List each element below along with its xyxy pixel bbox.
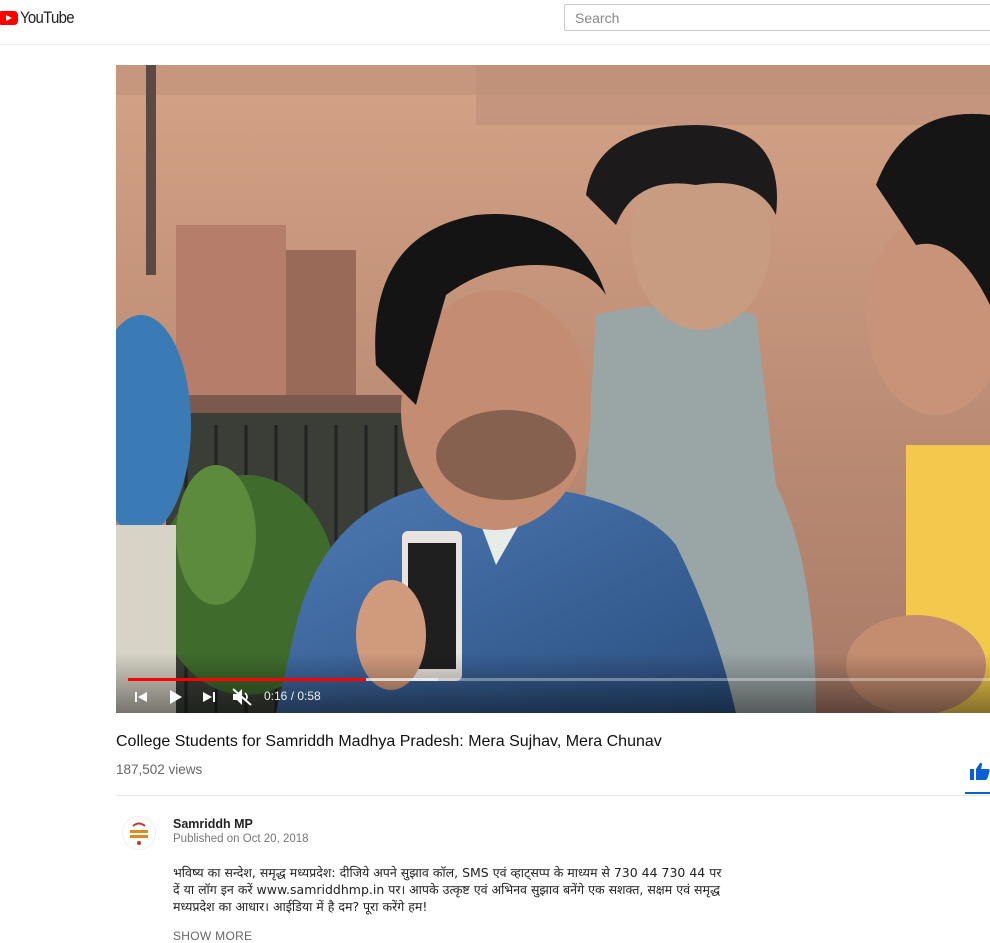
- duration: 0:58: [297, 689, 321, 703]
- played-bar: [128, 678, 366, 681]
- sentiment-bar: [965, 792, 990, 794]
- current-time: 0:16: [264, 689, 288, 703]
- publish-date: Published on Oct 20, 2018: [173, 833, 309, 845]
- video-title: College Students for Samriddh Madhya Pra…: [116, 733, 662, 750]
- description-line: मध्यप्रदेश का आधार। आईडिया में है दम? पू…: [173, 899, 428, 914]
- youtube-logo-icon: [0, 11, 18, 25]
- view-count: 187,502 views: [116, 762, 203, 777]
- like-button[interactable]: [970, 762, 990, 785]
- show-more-button[interactable]: SHOW MORE: [173, 929, 252, 943]
- play-button[interactable]: [167, 685, 183, 709]
- play-icon: [170, 690, 182, 704]
- previous-icon: [135, 692, 147, 702]
- channel-name[interactable]: Samriddh MP: [173, 817, 253, 831]
- video-frame: [116, 65, 990, 713]
- masthead-divider: [0, 44, 990, 45]
- info-divider: [116, 795, 990, 796]
- video-description: भविष्य का सन्देश, समृद्ध मध्यप्रदेश: दीज…: [173, 864, 733, 915]
- avatar[interactable]: [122, 816, 156, 850]
- next-icon: [203, 692, 215, 702]
- search-input[interactable]: [564, 4, 990, 31]
- masthead: YouTube: [0, 0, 990, 42]
- next-button[interactable]: [202, 685, 216, 709]
- logo-text: YouTube: [20, 8, 75, 27]
- previous-button[interactable]: [134, 685, 148, 709]
- description-line: दें या लॉग इन करें www.samriddhmp.in पर।…: [173, 882, 720, 897]
- thumbs-up-icon: [970, 762, 990, 780]
- channel-logo-icon: [123, 817, 155, 849]
- mute-icon: [232, 688, 252, 706]
- time-display: 0:16 / 0:58: [264, 689, 321, 703]
- youtube-logo[interactable]: YouTube: [0, 8, 81, 28]
- mute-button[interactable]: [231, 685, 253, 709]
- video-player[interactable]: 0:16 / 0:58: [116, 65, 990, 713]
- description-line: भविष्य का सन्देश, समृद्ध मध्यप्रदेश: दीज…: [173, 865, 722, 880]
- progress-bar[interactable]: [128, 678, 990, 681]
